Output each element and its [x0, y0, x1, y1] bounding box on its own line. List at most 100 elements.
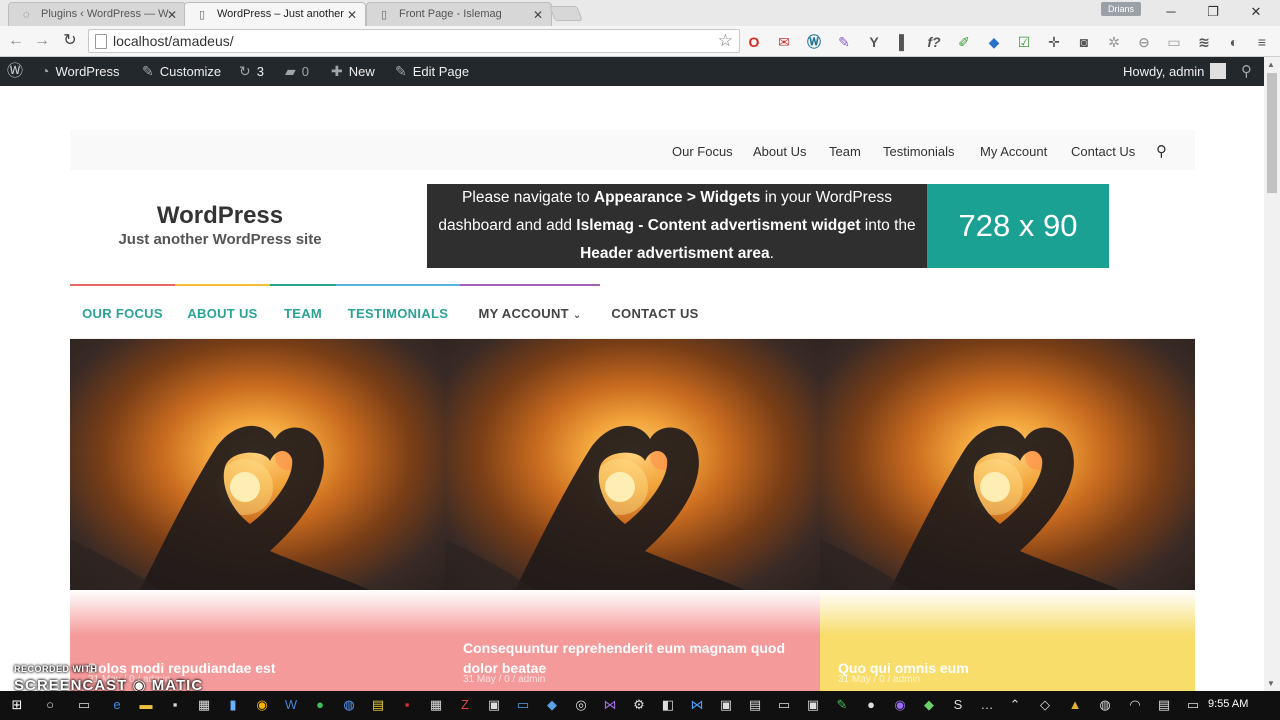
taskbar-clock[interactable]: 9:55 AM: [1208, 698, 1248, 710]
scroll-up-icon[interactable]: ▲: [1267, 60, 1275, 69]
main-menu-testimonials[interactable]: TESTIMONIALS: [336, 284, 460, 339]
chrome-icon[interactable]: ◉: [253, 696, 271, 714]
start-icon[interactable]: ⊞: [8, 696, 26, 714]
folder-icon[interactable]: ▬: [137, 696, 155, 714]
my-account-link[interactable]: Howdy, admin: [1123, 57, 1227, 86]
bookmark-ext-icon[interactable]: ▌: [894, 32, 914, 52]
app-icon[interactable]: ▦: [427, 696, 445, 714]
main-menu-about-us[interactable]: ABOUT US: [175, 284, 270, 339]
close-tab-icon[interactable]: ✕: [533, 8, 543, 22]
globe-icon[interactable]: ◐: [1224, 32, 1244, 52]
scroll-thumb[interactable]: [1267, 73, 1277, 193]
wifi-icon[interactable]: ◠: [1126, 696, 1144, 714]
app-icon[interactable]: ▭: [514, 696, 532, 714]
slide-image[interactable]: [70, 339, 445, 590]
top-menu-team[interactable]: Team: [829, 144, 861, 159]
post-card[interactable]: Quo qui omnis eum 31 May / 0 / admin: [820, 590, 1195, 691]
word-icon[interactable]: W: [282, 696, 300, 714]
hero-slider[interactable]: [70, 339, 1195, 590]
app-icon[interactable]: ▣: [717, 696, 735, 714]
vscode-icon[interactable]: ⋈: [688, 696, 706, 714]
app-icon[interactable]: ▪: [166, 696, 184, 714]
edit-page-link[interactable]: ✎ Edit Page: [395, 57, 469, 86]
bookmark-star-icon[interactable]: ☆: [718, 31, 733, 51]
site-name-link[interactable]: ◔ WordPress: [41, 57, 120, 86]
top-menu-contact-us[interactable]: Contact Us: [1071, 144, 1135, 159]
app-icon[interactable]: ◎: [572, 696, 590, 714]
check-ext-icon[interactable]: ☑: [1014, 32, 1034, 52]
address-bar[interactable]: localhost/amadeus/ ☆: [88, 29, 740, 53]
main-menu-contact-us[interactable]: CONTACT US: [600, 284, 710, 339]
site-branding[interactable]: WordPress Just another WordPress site: [70, 185, 370, 248]
ruler-icon[interactable]: ✛: [1044, 32, 1064, 52]
tab-wordpress[interactable]: ▯ WordPress – Just another ✕: [184, 2, 366, 27]
reload-icon[interactable]: ↻: [59, 30, 81, 52]
close-window-icon[interactable]: ✕: [1241, 3, 1271, 21]
page-scrollbar[interactable]: ▲ ▼: [1264, 57, 1280, 691]
box-icon[interactable]: ◆: [984, 32, 1004, 52]
filezilla-icon[interactable]: Z: [456, 696, 474, 714]
layers-icon[interactable]: ≋: [1194, 32, 1214, 52]
restore-icon[interactable]: ❐: [1198, 3, 1228, 21]
close-tab-icon[interactable]: ✕: [347, 8, 357, 22]
scroll-down-icon[interactable]: ▼: [1267, 679, 1275, 688]
admin-search-icon[interactable]: ⚲: [1241, 57, 1252, 86]
eyedropper-icon[interactable]: ✐: [954, 32, 974, 52]
header-ad-banner[interactable]: Please navigate to Appearance > Widgets …: [427, 184, 1109, 268]
window-ext-icon[interactable]: ▭: [1164, 32, 1184, 52]
comments-link[interactable]: ▰ 0: [285, 57, 309, 86]
yoast-icon[interactable]: Y: [864, 32, 884, 52]
task-view-icon[interactable]: ▭: [75, 696, 93, 714]
pen-icon[interactable]: ✎: [834, 32, 854, 52]
app-icon[interactable]: …: [978, 696, 996, 714]
search-taskbar-icon[interactable]: ○: [41, 696, 59, 714]
app-icon[interactable]: ◧: [659, 696, 677, 714]
new-content-link[interactable]: ✚ New: [331, 57, 375, 86]
customize-link[interactable]: ✎ Customize: [142, 57, 221, 86]
close-tab-icon[interactable]: ✕: [167, 8, 177, 22]
app-icon[interactable]: ◆: [543, 696, 561, 714]
app-icon[interactable]: ◍: [1096, 696, 1114, 714]
puzzle-icon[interactable]: ✲: [1104, 32, 1124, 52]
gmail-icon[interactable]: ✉: [774, 32, 794, 52]
tab-plugins[interactable]: ◌ Plugins ‹ WordPress — W ✕: [8, 2, 186, 26]
updates-link[interactable]: ↻ 3: [239, 57, 264, 86]
app-icon[interactable]: ●: [862, 696, 880, 714]
disabled-ext-icon[interactable]: ⊖: [1134, 32, 1154, 52]
dropbox-icon[interactable]: ◇: [1036, 696, 1054, 714]
forward-icon[interactable]: →: [31, 30, 53, 52]
visual-studio-icon[interactable]: ⋈: [601, 696, 619, 714]
main-menu-my-account[interactable]: MY ACCOUNT ⌄: [460, 284, 600, 339]
app-icon[interactable]: ▣: [804, 696, 822, 714]
top-menu-my-account[interactable]: My Account: [980, 144, 1047, 159]
app-icon[interactable]: ▣: [485, 696, 503, 714]
app-icon[interactable]: ◉: [891, 696, 909, 714]
window-user-badge[interactable]: Drians: [1101, 2, 1141, 16]
calculator-icon[interactable]: ▦: [195, 696, 213, 714]
app-icon[interactable]: ◆: [920, 696, 938, 714]
main-menu-team[interactable]: TEAM: [270, 284, 336, 339]
slide-image[interactable]: [445, 339, 820, 590]
skype-icon[interactable]: S: [949, 696, 967, 714]
wp-logo-icon[interactable]: Ⓦ: [7, 57, 29, 86]
edge-icon[interactable]: e: [108, 696, 126, 714]
notifications-icon[interactable]: ▤: [1155, 696, 1173, 714]
drive-icon[interactable]: ▲: [1066, 696, 1084, 714]
app-icon[interactable]: ✎: [833, 696, 851, 714]
app-icon[interactable]: ▤: [746, 696, 764, 714]
post-title[interactable]: Consequuntur reprehenderit eum magnam qu…: [463, 638, 803, 678]
wordpress-ext-icon[interactable]: Ⓦ: [804, 32, 824, 52]
notes-icon[interactable]: ▤: [369, 696, 387, 714]
chevron-up-icon[interactable]: ⌃: [1006, 696, 1024, 714]
app-icon[interactable]: ▮: [224, 696, 242, 714]
font-ext-icon[interactable]: f?: [924, 32, 944, 52]
app-icon[interactable]: ⚙: [630, 696, 648, 714]
app-icon[interactable]: ▪: [398, 696, 416, 714]
new-tab-button[interactable]: [549, 6, 583, 21]
slide-image[interactable]: [820, 339, 1195, 590]
app-icon[interactable]: ◍: [340, 696, 358, 714]
menu-icon[interactable]: ≡: [1252, 32, 1272, 52]
camera-icon[interactable]: ◙: [1074, 32, 1094, 52]
keyboard-icon[interactable]: ▭: [1184, 696, 1202, 714]
top-menu-our-focus[interactable]: Our Focus: [672, 144, 733, 159]
